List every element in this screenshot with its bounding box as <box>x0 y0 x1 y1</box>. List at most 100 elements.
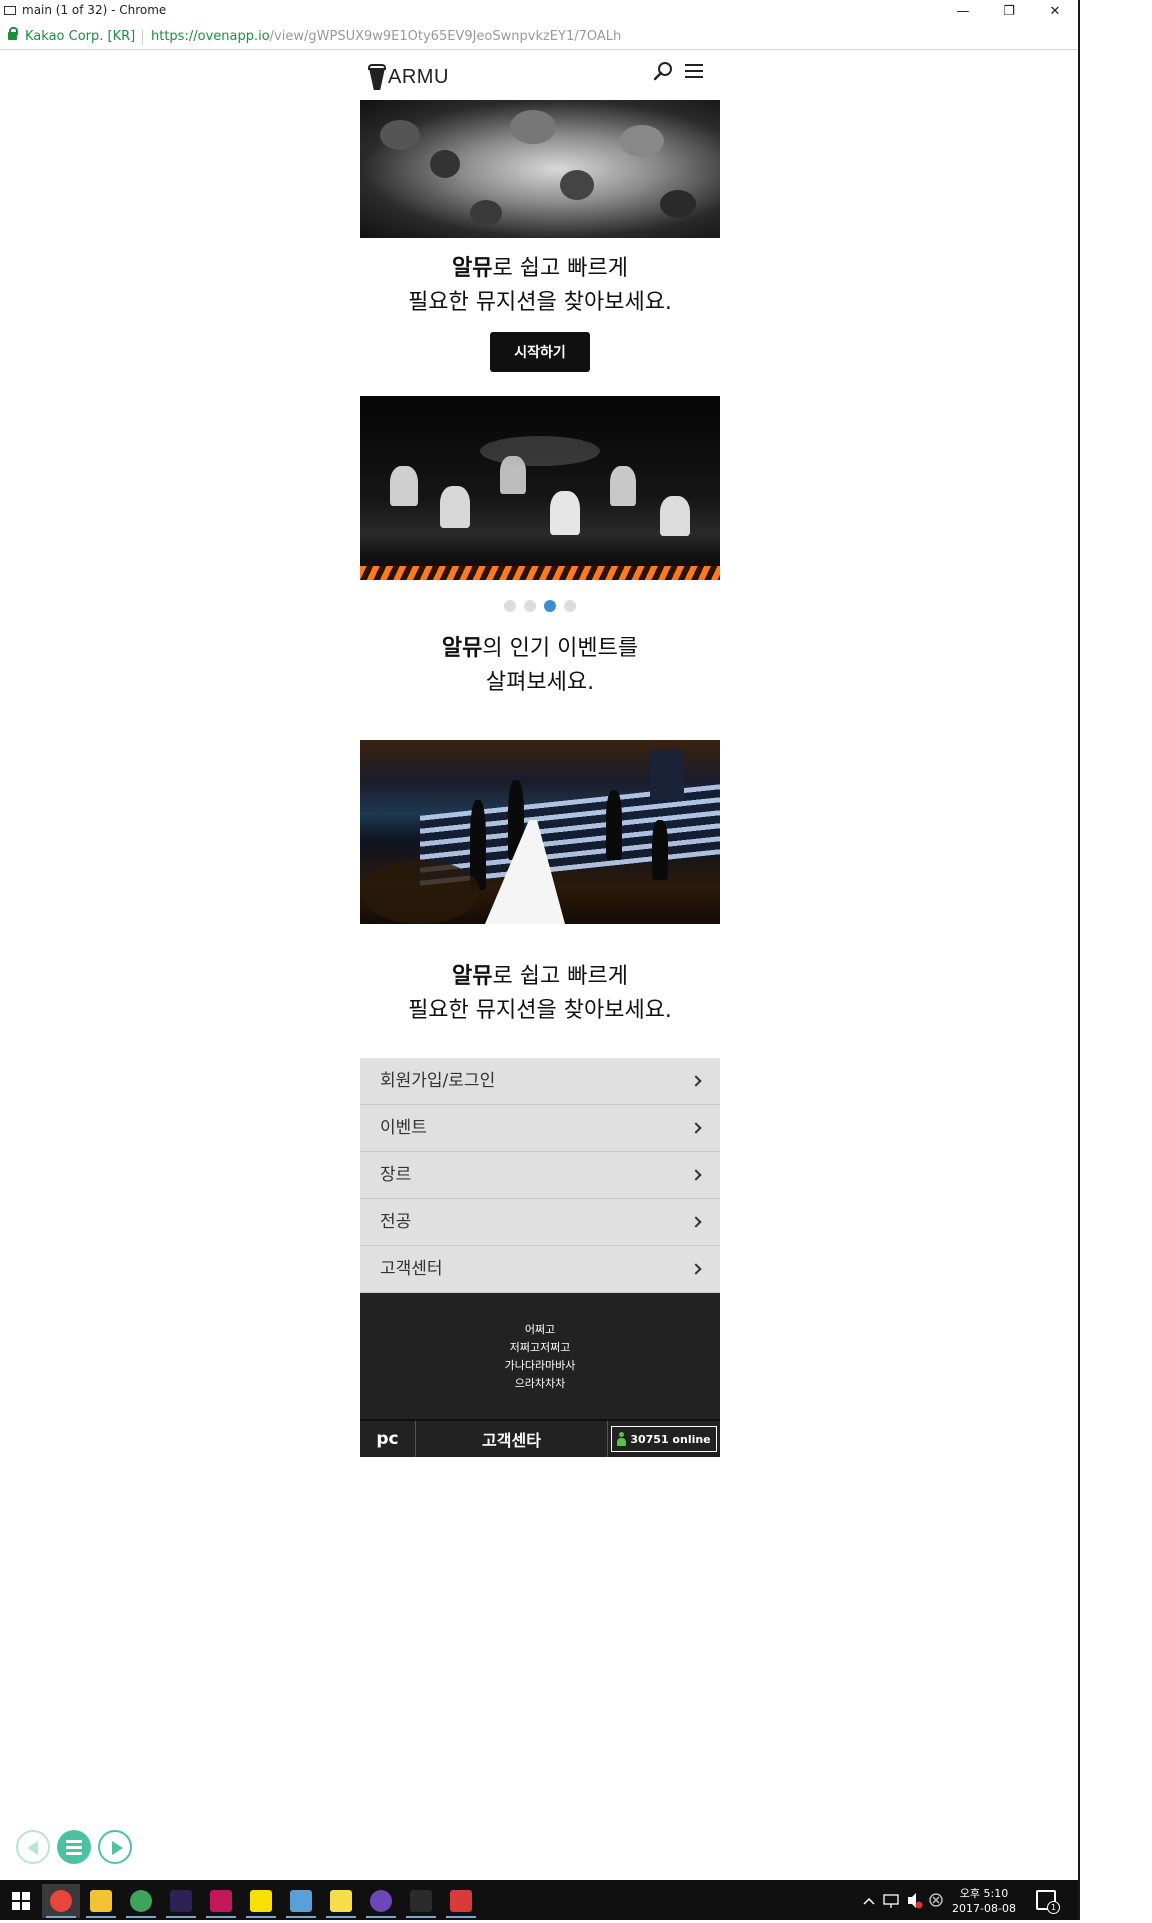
eclipse-icon[interactable] <box>162 1884 200 1918</box>
file-explorer-icon[interactable] <box>82 1884 120 1918</box>
menu-list-item[interactable]: 이벤트 <box>360 1105 720 1152</box>
menu-item-label: 이벤트 <box>380 1118 427 1138</box>
slide-menu-icon[interactable] <box>57 1830 91 1864</box>
intellij-icon[interactable] <box>202 1884 240 1918</box>
headline-line2: 필요한 뮤지션을 찾아보세요. <box>408 998 672 1023</box>
hamburger-menu-icon[interactable] <box>683 61 705 81</box>
menu-item-label: 고객센터 <box>380 1259 443 1279</box>
brand-bold: 알뮤 <box>452 256 493 281</box>
intellij-icon-glyph <box>210 1890 232 1912</box>
page-header: ARMU <box>360 52 720 100</box>
carousel-dots <box>360 600 720 612</box>
carousel-dot[interactable] <box>524 600 536 612</box>
restore-button[interactable]: ❐ <box>986 0 1032 22</box>
sticky-notes-icon[interactable] <box>322 1884 360 1918</box>
notepad-icon[interactable] <box>442 1884 480 1918</box>
events-headline: 알뮤의 인기 이벤트를 살펴보세요. <box>360 632 720 700</box>
pc-version-button[interactable]: pc <box>360 1421 416 1457</box>
green-globe-icon[interactable] <box>122 1884 160 1918</box>
close-button[interactable]: ✕ <box>1032 0 1078 22</box>
carousel-dot[interactable] <box>504 600 516 612</box>
purple-app-icon[interactable] <box>362 1884 400 1918</box>
mobile-page: ARMU 알뮤로 쉽고 빠르게 필요한 뮤지션을 찾아보세요. 시작하기 알뮤의… <box>360 52 720 1457</box>
sticky-notes-icon-glyph <box>330 1890 352 1912</box>
file-explorer-icon-glyph <box>90 1890 112 1912</box>
bottom-headline: 알뮤로 쉽고 빠르게 필요한 뮤지션을 찾아보세요. <box>360 960 720 1028</box>
brand-bold: 알뮤 <box>452 964 493 989</box>
logo-text: ARMU <box>388 65 449 88</box>
menu-list: 회원가입/로그인이벤트장르전공고객센터 <box>360 1058 720 1293</box>
armu-logo[interactable]: ARMU <box>368 62 449 92</box>
menu-item-label: 장르 <box>380 1165 412 1185</box>
armu-logo-mark-icon <box>368 64 386 90</box>
headline-line1: 로 쉽고 빠르게 <box>492 256 628 281</box>
headline-line1: 로 쉽고 빠르게 <box>492 964 628 989</box>
window-titlebar: main (1 of 32) - Chrome — ❐ ✕ <box>0 0 1080 22</box>
footer-bar: pc 고객센타 30751 online <box>360 1419 720 1457</box>
search-icon[interactable] <box>652 60 674 82</box>
carousel-dot[interactable] <box>544 600 556 612</box>
menu-list-item[interactable]: 전공 <box>360 1199 720 1246</box>
kakaotalk-icon[interactable] <box>242 1884 280 1918</box>
menu-item-label: 회원가입/로그인 <box>380 1071 496 1091</box>
menu-list-item[interactable]: 고객센터 <box>360 1246 720 1293</box>
url-host: ovenapp.io <box>197 29 270 44</box>
carousel-slide-image[interactable] <box>360 396 720 580</box>
taskbar-clock[interactable]: 오후 5:10 2017-08-08 <box>952 1886 1016 1916</box>
chevron-right-icon <box>690 1122 702 1134</box>
site-origin[interactable]: Kakao Corp. [KR] <box>25 29 135 44</box>
person-icon <box>617 1432 627 1446</box>
brand-bold: 알뮤 <box>441 636 483 661</box>
chrome-icon[interactable] <box>42 1884 80 1918</box>
start-button[interactable]: 시작하기 <box>490 332 590 372</box>
green-globe-icon-glyph <box>130 1890 152 1912</box>
chrome-icon-glyph <box>50 1890 72 1912</box>
chevron-right-icon <box>690 1263 702 1275</box>
wedding-stage-image <box>360 740 720 924</box>
carousel-dot[interactable] <box>564 600 576 612</box>
headline-line2: 살펴보세요. <box>485 670 595 695</box>
tray-icons[interactable] <box>858 1880 948 1920</box>
stage-floor <box>360 566 720 580</box>
prev-slide-icon[interactable] <box>16 1830 50 1864</box>
terminal-icon[interactable] <box>402 1884 440 1918</box>
menu-list-item[interactable]: 장르 <box>360 1152 720 1199</box>
footer-info-line: 가나다라마바사 <box>504 1359 576 1372</box>
footer-info-line: 저쩌고저쩌고 <box>509 1341 571 1354</box>
windows-start-icon[interactable] <box>12 1892 30 1910</box>
notepad-icon-glyph <box>450 1890 472 1912</box>
menu-list-item[interactable]: 회원가입/로그인 <box>360 1058 720 1105</box>
address-separator <box>142 29 143 45</box>
intro-headline: 알뮤로 쉽고 빠르게 필요한 뮤지션을 찾아보세요. <box>360 252 720 320</box>
clock-date: 2017-08-08 <box>952 1902 1016 1915</box>
pencil-app-icon[interactable] <box>282 1884 320 1918</box>
headline-line2: 필요한 뮤지션을 찾아보세요. <box>408 290 672 315</box>
headline-line1: 의 인기 이벤트를 <box>482 636 639 661</box>
notification-center-icon[interactable]: 1 <box>1036 1890 1060 1914</box>
online-count-wrapper: 30751 online <box>608 1421 720 1457</box>
footer-info-line: 으라차차차 <box>514 1377 566 1390</box>
footer-info-line: 어쩌고 <box>524 1323 556 1336</box>
address-bar[interactable]: Kakao Corp. [KR] https://ovenapp.io/view… <box>0 24 1080 50</box>
minimize-button[interactable]: — <box>940 0 986 22</box>
menu-item-label: 전공 <box>380 1212 412 1232</box>
url-scheme: https:// <box>151 29 198 44</box>
online-count-badge: 30751 online <box>611 1426 717 1452</box>
system-tray <box>858 1880 948 1920</box>
chevron-right-icon <box>690 1169 702 1181</box>
eclipse-icon-glyph <box>170 1890 192 1912</box>
chevron-right-icon <box>690 1075 702 1087</box>
lock-icon <box>8 27 18 40</box>
kakaotalk-icon-glyph <box>250 1890 272 1912</box>
next-slide-icon[interactable] <box>98 1830 132 1864</box>
online-count-text: 30751 online <box>630 1432 711 1446</box>
url-path: /view/gWPSUX9w9E1Oty65EV9JeoSwnpvkzEY1/7… <box>269 29 622 44</box>
notification-count: 1 <box>1047 1901 1060 1914</box>
chevron-right-icon <box>690 1216 702 1228</box>
terminal-icon-glyph <box>410 1890 432 1912</box>
footer-info: 어쩌고저쩌고저쩌고가나다라마바사으라차차차 <box>360 1293 720 1419</box>
window-right-edge <box>1078 0 1080 1920</box>
orchestra-overhead-image <box>360 100 720 238</box>
url-text[interactable]: https://ovenapp.io/view/gWPSUX9w9E1Oty65… <box>151 29 621 44</box>
customer-center-button[interactable]: 고객센타 <box>416 1421 608 1457</box>
